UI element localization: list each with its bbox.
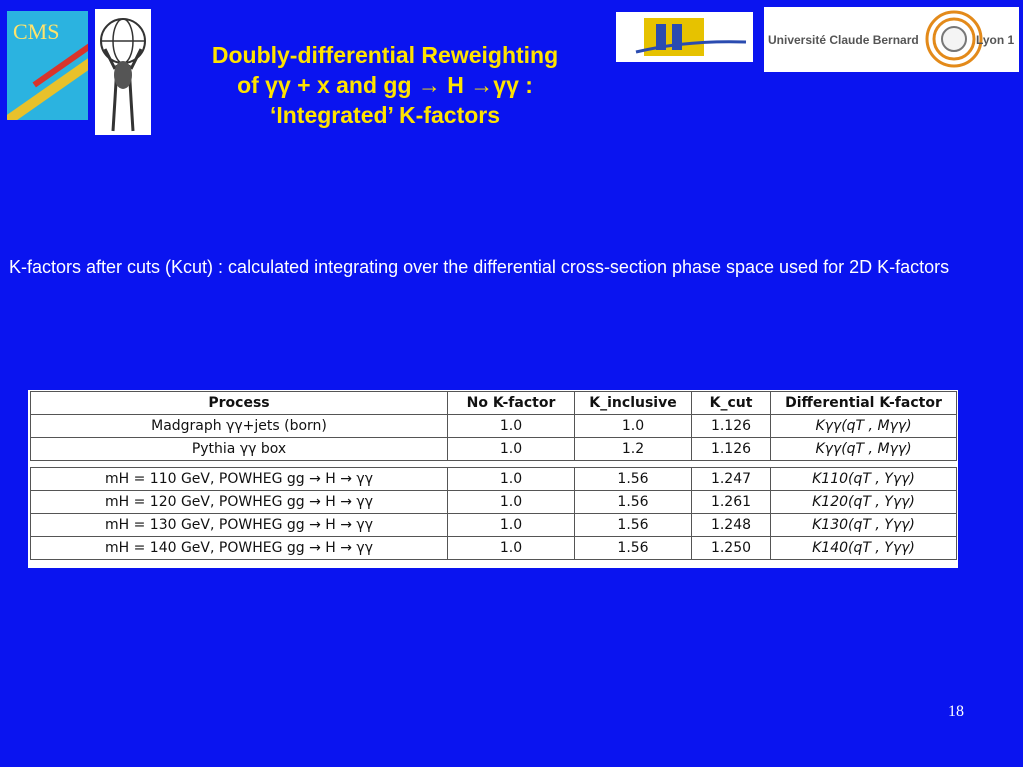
k-factor-table: Process No K-factor K_inclusive K_cut Di… — [30, 391, 957, 560]
title-line: Doubly-differential Reweighting — [211, 42, 559, 68]
page-number: 18 — [948, 703, 964, 720]
table-cell: 1.0 — [447, 536, 575, 560]
column-header: No K-factor — [447, 391, 575, 415]
table-cell: 1.126 — [691, 437, 771, 461]
table-row: mH = 120 GeV, POWHEG gg → H → γγ 1.0 1.5… — [30, 490, 957, 514]
universite-lyon-logo: Université Claude Bernard Lyon 1 — [764, 7, 1019, 72]
title-line: of γγ + x and gg → H →γγ : — [237, 72, 533, 98]
table-row: mH = 140 GeV, POWHEG gg → H → γγ 1.0 1.5… — [30, 536, 957, 560]
table-cell: 1.0 — [447, 414, 575, 438]
table-cell: 1.126 — [691, 414, 771, 438]
table-cell: mH = 110 GeV, POWHEG gg → H → γγ — [30, 467, 448, 491]
table-cell: 1.56 — [574, 536, 692, 560]
table-header-row: Process No K-factor K_inclusive K_cut Di… — [30, 391, 957, 415]
table-cell: K120(qT , Yγγ) — [770, 490, 957, 514]
table-cell: mH = 130 GeV, POWHEG gg → H → γγ — [30, 513, 448, 537]
table-cell: Pythia γγ box — [30, 437, 448, 461]
table-cell: 1.2 — [574, 437, 692, 461]
table-cell: 1.56 — [574, 513, 692, 537]
table-cell: 1.0 — [447, 467, 575, 491]
table-row: Pythia γγ box 1.0 1.2 1.126 Kγγ(qT , Mγγ… — [30, 437, 957, 461]
table-cell: 1.0 — [574, 414, 692, 438]
university-seal-icon — [925, 10, 983, 68]
table-row: Madgraph γγ+jets (born) 1.0 1.0 1.126 Kγ… — [30, 414, 957, 438]
table-cell: 1.250 — [691, 536, 771, 560]
column-header: Process — [30, 391, 448, 415]
table-cell: mH = 120 GeV, POWHEG gg → H → γγ — [30, 490, 448, 514]
table-spacer-row — [30, 460, 957, 468]
table-cell: Kγγ(qT , Mγγ) — [770, 437, 957, 461]
table-cell: mH = 140 GeV, POWHEG gg → H → γγ — [30, 536, 448, 560]
table-cell: K110(qT , Yγγ) — [770, 467, 957, 491]
table-cell: 1.0 — [447, 513, 575, 537]
table-cell: 1.247 — [691, 467, 771, 491]
table-row: mH = 110 GeV, POWHEG gg → H → γγ 1.0 1.5… — [30, 467, 957, 491]
table-spacer — [30, 460, 957, 468]
table-cell: 1.56 — [574, 490, 692, 514]
table-cell: 1.0 — [447, 437, 575, 461]
table-cell: 1.248 — [691, 513, 771, 537]
column-header: K_inclusive — [574, 391, 692, 415]
ipnl-logo — [616, 12, 753, 62]
atlas-logo — [95, 9, 151, 135]
cms-logo: CMS — [7, 11, 88, 120]
cms-logo-text: CMS — [13, 19, 60, 44]
table-cell: 1.56 — [574, 467, 692, 491]
body-text: K-factors after cuts (Kcut) : calculated… — [9, 257, 950, 277]
table-cell: Kγγ(qT , Mγγ) — [770, 414, 957, 438]
table-cell: 1.0 — [447, 490, 575, 514]
slide-title: Doubly-differential Reweighting of γγ + … — [150, 40, 620, 130]
column-header: Differential K-factor — [770, 391, 957, 415]
ipnl-logo-graphic — [635, 18, 747, 56]
table-cell: 1.261 — [691, 490, 771, 514]
title-line: ‘Integrated’ K-factors — [269, 102, 501, 128]
k-factor-table-container: Process No K-factor K_inclusive K_cut Di… — [28, 390, 958, 568]
table-cell: K140(qT , Yγγ) — [770, 536, 957, 560]
university-lyon: Lyon 1 — [976, 33, 1015, 47]
table-cell: Madgraph γγ+jets (born) — [30, 414, 448, 438]
table-cell: K130(qT , Yγγ) — [770, 513, 957, 537]
university-name: Université Claude Bernard — [768, 33, 919, 47]
atlas-figure-icon — [100, 18, 146, 132]
table-row: mH = 130 GeV, POWHEG gg → H → γγ 1.0 1.5… — [30, 513, 957, 537]
column-header: K_cut — [691, 391, 771, 415]
